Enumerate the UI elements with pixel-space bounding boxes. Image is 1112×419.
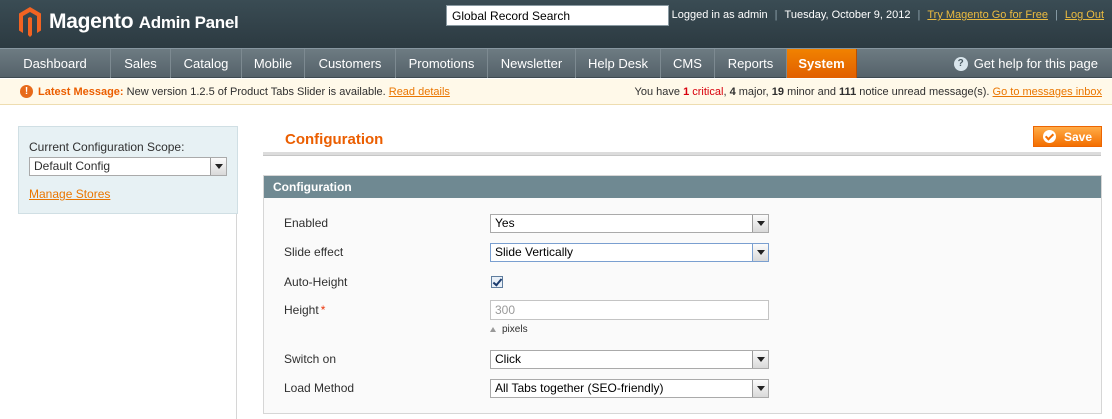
chevron-down-icon (752, 215, 768, 232)
logo-sub: Admin Panel (138, 13, 239, 32)
load-method-select[interactable]: All Tabs together (SEO-friendly) (490, 379, 769, 398)
chevron-down-icon (210, 158, 226, 175)
latest-message-text: New version 1.2.5 of Product Tabs Slider… (123, 86, 389, 98)
chevron-down-icon (752, 351, 768, 368)
summary-prefix: You have (634, 86, 684, 98)
magento-logo[interactable]: Magento Admin Panel (18, 6, 239, 38)
save-button[interactable]: Save (1033, 126, 1102, 147)
messages-inbox-link[interactable]: Go to messages inbox (993, 86, 1102, 98)
logout-link[interactable]: Log Out (1065, 9, 1104, 21)
date-text: Tuesday, October 9, 2012 (784, 9, 911, 21)
nav-help-desk[interactable]: Help Desk (576, 49, 661, 78)
enabled-select[interactable]: Yes (490, 214, 769, 233)
slide-effect-label: Slide effect (284, 245, 344, 259)
major-label: major, (735, 86, 772, 98)
warning-icon: ! (20, 85, 33, 98)
height-input[interactable]: 300 (490, 300, 769, 320)
critical-label: critical (689, 86, 724, 98)
logo-brand: Magento (49, 10, 134, 33)
height-note: pixels (490, 324, 528, 335)
nav-promotions[interactable]: Promotions (396, 49, 488, 78)
enabled-value: Yes (495, 216, 515, 230)
magento-logo-icon (18, 6, 42, 38)
switch-on-select[interactable]: Click (490, 350, 769, 369)
help-link[interactable]: ? Get help for this page (953, 49, 1098, 78)
nav-system[interactable]: System (787, 49, 857, 78)
logo-text: Magento Admin Panel (49, 10, 239, 34)
help-icon: ? (953, 56, 968, 71)
configuration-fieldset: Configuration Enabled Yes Slide effect S… (263, 175, 1102, 414)
chevron-down-icon (752, 244, 768, 261)
notice-label: notice unread message(s). (856, 86, 993, 98)
nav-customers[interactable]: Customers (305, 49, 396, 78)
slide-effect-select[interactable]: Slide Vertically (490, 243, 769, 262)
title-divider (263, 152, 1101, 156)
load-method-label: Load Method (284, 381, 355, 395)
fieldset-title[interactable]: Configuration (264, 176, 1101, 198)
check-icon (1042, 130, 1056, 143)
latest-message-title: Latest Message: (38, 86, 124, 98)
height-value: 300 (495, 303, 516, 317)
scope-label: Current Configuration Scope: (29, 140, 185, 154)
scope-box: Current Configuration Scope: Default Con… (18, 126, 238, 214)
scope-select-value: Default Config (34, 159, 111, 173)
header-links: Logged in as admin | Tuesday, October 9,… (672, 9, 1104, 21)
separator: | (917, 9, 921, 21)
nav-dashboard[interactable]: Dashboard (0, 49, 111, 78)
switch-on-value: Click (495, 352, 521, 366)
logged-in-text: Logged in as admin (671, 9, 768, 21)
nav-newsletter[interactable]: Newsletter (488, 49, 576, 78)
try-magento-go-link[interactable]: Try Magento Go for Free (927, 9, 1048, 21)
height-label: Height * (284, 303, 325, 317)
height-label-text: Height (284, 303, 319, 317)
chevron-down-icon (752, 380, 768, 397)
required-mark: * (320, 303, 326, 317)
nav-mobile[interactable]: Mobile (242, 49, 305, 78)
page-title: Configuration (285, 131, 384, 148)
message-summary: You have 1 critical, 4 major, 19 minor a… (634, 86, 1102, 98)
help-text: Get help for this page (973, 56, 1098, 71)
main-nav: Dashboard Sales Catalog Mobile Customers… (0, 48, 1112, 78)
separator: | (1055, 9, 1058, 21)
nav-reports[interactable]: Reports (715, 49, 787, 78)
nav-catalog[interactable]: Catalog (171, 49, 242, 78)
arrow-up-icon (490, 327, 496, 332)
message-bar: ! Latest Message: New version 1.2.5 of P… (0, 79, 1112, 105)
global-search-input[interactable] (446, 5, 669, 26)
switch-on-label: Switch on (284, 352, 337, 366)
nav-sales[interactable]: Sales (111, 49, 171, 78)
header: Magento Admin Panel Logged in as admin |… (0, 0, 1112, 48)
read-details-link[interactable]: Read details (389, 86, 450, 98)
enabled-label: Enabled (284, 216, 329, 230)
save-label: Save (1063, 129, 1093, 144)
scope-select[interactable]: Default Config (29, 157, 227, 176)
latest-message: Latest Message: New version 1.2.5 of Pro… (38, 79, 450, 105)
separator: | (774, 9, 778, 21)
auto-height-checkbox[interactable] (491, 276, 503, 288)
minor-label: minor and (784, 86, 840, 98)
load-method-value: All Tabs together (SEO-friendly) (495, 381, 664, 395)
manage-stores-link[interactable]: Manage Stores (29, 187, 110, 201)
minor-count: 19 (771, 86, 785, 98)
height-note-text: pixels (502, 324, 528, 335)
auto-height-label: Auto-Height (284, 275, 348, 289)
nav-cms[interactable]: CMS (661, 49, 715, 78)
slide-effect-value: Slide Vertically (495, 245, 574, 259)
notice-count: 111 (839, 86, 857, 98)
